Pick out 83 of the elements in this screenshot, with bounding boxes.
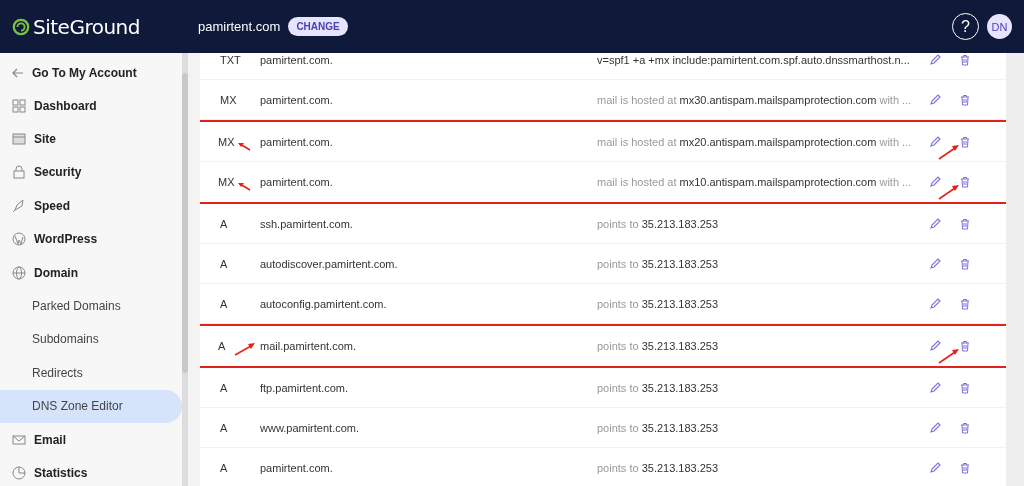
record-name: autodiscover.pamirtent.com. <box>260 257 398 270</box>
trash-icon[interactable] <box>960 217 970 230</box>
record-name: ftp.pamirtent.com. <box>260 381 349 394</box>
edit-icon[interactable] <box>929 257 941 270</box>
sidebar-item[interactable]: Parked Domains <box>0 289 182 323</box>
edit-icon[interactable] <box>929 461 941 474</box>
logo-icon <box>12 17 30 36</box>
envelope-icon <box>12 432 26 447</box>
edit-icon[interactable] <box>929 93 941 106</box>
record-value: points to 35.213.183.253 <box>597 340 719 352</box>
trash-icon[interactable] <box>960 340 970 352</box>
record-value: points to 35.213.183.253 <box>597 461 719 474</box>
record-type: A <box>220 297 228 310</box>
record-type: A <box>220 461 228 474</box>
edit-icon[interactable] <box>929 421 941 434</box>
sidebar-item[interactable]: Redirects <box>0 356 182 390</box>
record-name: ssh.pamirtent.com. <box>260 217 353 230</box>
change-button[interactable]: CHANGE <box>288 17 348 36</box>
record-type: MX <box>218 135 235 148</box>
record-name: pamirtent.com. <box>260 461 333 474</box>
scrollbar[interactable] <box>182 53 188 486</box>
edit-icon[interactable] <box>929 381 941 394</box>
record-name: pamirtent.com. <box>260 53 333 66</box>
record-name: mail.pamirtent.com. <box>260 340 356 352</box>
user-avatar[interactable]: DN <box>987 14 1012 39</box>
edit-icon[interactable] <box>929 53 941 66</box>
record-type: TXT <box>220 53 241 66</box>
trash-icon[interactable] <box>960 381 970 394</box>
edit-icon[interactable] <box>929 176 941 188</box>
lock-icon <box>12 165 26 180</box>
trash-icon[interactable] <box>960 93 970 106</box>
sidebar-item[interactable]: Subdomains <box>0 322 182 357</box>
record-value: points to 35.213.183.253 <box>597 297 719 310</box>
logo-text[interactable]: SiteGround <box>33 14 140 39</box>
record-value: mail is hosted at mx20.antispam.mailspamprotection.com with ... <box>597 135 912 148</box>
record-name: pamirtent.com. <box>260 135 333 148</box>
edit-icon[interactable] <box>929 297 941 310</box>
record-value: mail is hosted at mx10.antispam.mailspamprotection.com with ... <box>597 176 912 188</box>
trash-icon[interactable] <box>960 461 970 474</box>
record-type: MX <box>218 176 235 188</box>
sidebar-item[interactable]: WordPress <box>0 222 182 256</box>
trash-icon[interactable] <box>960 257 970 270</box>
record-type: A <box>218 340 226 352</box>
trash-icon[interactable] <box>960 53 970 66</box>
record-name: www.pamirtent.com. <box>260 421 360 434</box>
record-type: A <box>220 381 228 394</box>
trash-icon[interactable] <box>960 297 970 310</box>
sidebar-item[interactable]: DNS Zone Editor <box>0 389 182 423</box>
trash-icon[interactable] <box>960 135 970 148</box>
record-value: mail is hosted at mx30.antispam.mailspamprotection.com with ... <box>597 93 912 106</box>
record-type: MX <box>220 93 237 106</box>
edit-icon[interactable] <box>929 135 941 148</box>
arrow-left-icon <box>12 68 24 78</box>
record-name: pamirtent.com. <box>260 176 333 188</box>
record-value: points to 35.213.183.253 <box>597 381 719 394</box>
trash-icon[interactable] <box>960 421 970 434</box>
edit-icon[interactable] <box>929 217 941 230</box>
globe-icon <box>12 265 26 280</box>
record-value: v=spf1 +a +mx include:pamirtent.com.spf.auto.dnssmarthost.n... <box>597 53 910 66</box>
record-name: autoconfig.pamirtent.com. <box>260 297 387 310</box>
site-name: pamirtent.com <box>198 19 281 34</box>
record-type: A <box>220 421 228 434</box>
back-link[interactable]: Go To My Account <box>0 57 182 89</box>
edit-icon[interactable] <box>929 340 941 352</box>
sidebar-item[interactable]: Email <box>0 422 182 457</box>
record-value: points to 35.213.183.253 <box>597 421 719 434</box>
wordpress-icon <box>12 232 26 247</box>
grid-icon <box>12 98 26 113</box>
sidebar-item[interactable]: Speed <box>0 189 182 223</box>
record-type: A <box>220 217 228 230</box>
record-value: points to 35.213.183.253 <box>597 217 719 230</box>
pie-chart-icon <box>12 466 26 480</box>
sidebar-item[interactable]: Site <box>0 122 182 156</box>
record-name: pamirtent.com. <box>260 93 333 106</box>
browser-icon <box>12 132 26 147</box>
record-type: A <box>220 257 228 270</box>
sidebar-item[interactable]: Security <box>0 155 182 190</box>
record-value: points to 35.213.183.253 <box>597 257 719 270</box>
sidebar-item[interactable]: Domain <box>0 255 182 290</box>
sidebar-item[interactable]: Statistics <box>0 456 182 486</box>
sidebar-item[interactable]: Dashboard <box>0 89 182 123</box>
scrollbar[interactable] <box>1006 53 1024 486</box>
trash-icon[interactable] <box>960 176 970 188</box>
